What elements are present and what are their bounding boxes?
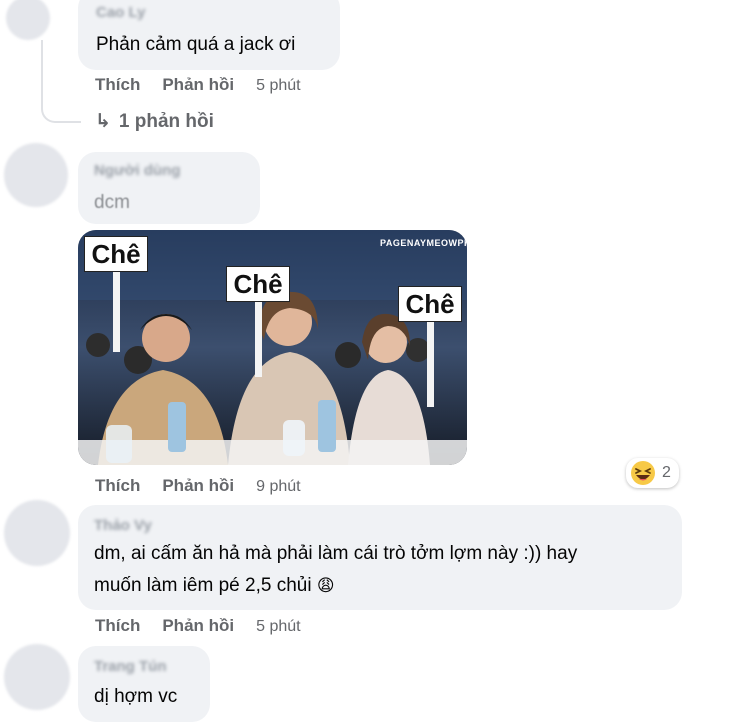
comment-timestamp[interactable]: 9 phút [256, 478, 300, 496]
reply-button[interactable]: Phản hồi [162, 616, 234, 636]
commenter-avatar[interactable] [6, 0, 50, 40]
meme-sign-stick [426, 322, 434, 407]
meme-sign-text: Chê [226, 266, 290, 302]
like-button[interactable]: Thích [95, 616, 140, 636]
comment-image[interactable]: Chê Chê Chê PAGENAYMEOWPHET [78, 230, 467, 465]
reaction-count: 2 [662, 464, 671, 481]
reply-button[interactable]: Phản hồi [162, 476, 234, 496]
comment-bubble: Trang Tún dị hợm vc [78, 646, 210, 722]
comment-bubble: Thảo Vy dm, ai cấm ăn hả mà phải làm cái… [78, 505, 682, 610]
like-button[interactable]: Thích [95, 476, 140, 496]
reply-arrow-icon: ↳ [95, 111, 111, 132]
like-button[interactable]: Thích [95, 75, 140, 95]
view-replies-link[interactable]: ↳ 1 phản hồi [95, 110, 214, 133]
meme-sign: Chê [398, 286, 462, 407]
comment-author[interactable]: Người dùng [94, 162, 181, 179]
view-replies-label: 1 phản hồi [118, 111, 214, 132]
reaction-summary[interactable]: 2 [626, 458, 679, 488]
meme-sign: Chê [84, 236, 148, 352]
commenter-avatar[interactable] [4, 143, 68, 207]
laughing-emoji-icon [631, 461, 655, 485]
commenter-avatar[interactable] [4, 500, 70, 566]
comment-timestamp[interactable]: 5 phút [256, 618, 300, 636]
comment-text-line: muốn làm iêm pé 2,5 chủi [94, 575, 312, 596]
meme-watermark: PAGENAYMEOWPHET [380, 238, 467, 248]
comment-text: dị hợm vc [94, 686, 178, 707]
comment-bubble: Người dùng dcm [78, 152, 260, 224]
comment-actions: Thích Phản hồi 5 phút [95, 75, 323, 95]
meme-sign: Chê [226, 266, 290, 377]
commenter-avatar[interactable] [4, 644, 70, 710]
meme-sign-text: Chê [398, 286, 462, 322]
meme-sign-text: Chê [84, 236, 148, 272]
comment-author[interactable]: Cao Ly [96, 4, 145, 21]
meme-sign-stick [112, 272, 120, 352]
weary-emoji-icon: 😩 [316, 576, 335, 595]
comment-text: muốn làm iêm pé 2,5 chủi 😩 [94, 571, 335, 601]
meme-sign-stick [254, 302, 262, 377]
comment-actions: Thích Phản hồi 5 phút [95, 616, 323, 636]
comment-author[interactable]: Trang Tún [94, 658, 167, 675]
thread-line [41, 40, 43, 100]
comment-text: Phản cảm quá a jack ơi [96, 34, 296, 55]
comment-text: dcm [94, 192, 130, 213]
thread-connector [41, 95, 81, 123]
comment-author[interactable]: Thảo Vy [94, 517, 152, 534]
comment-timestamp[interactable]: 5 phút [256, 77, 300, 95]
comment-bubble: Cao Ly Phản cảm quá a jack ơi [78, 0, 340, 70]
reply-button[interactable]: Phản hồi [162, 75, 234, 95]
comment-text: dm, ai cấm ăn hả mà phải làm cái trò tởm… [94, 543, 578, 564]
comment-actions: Thích Phản hồi 9 phút [95, 476, 323, 496]
